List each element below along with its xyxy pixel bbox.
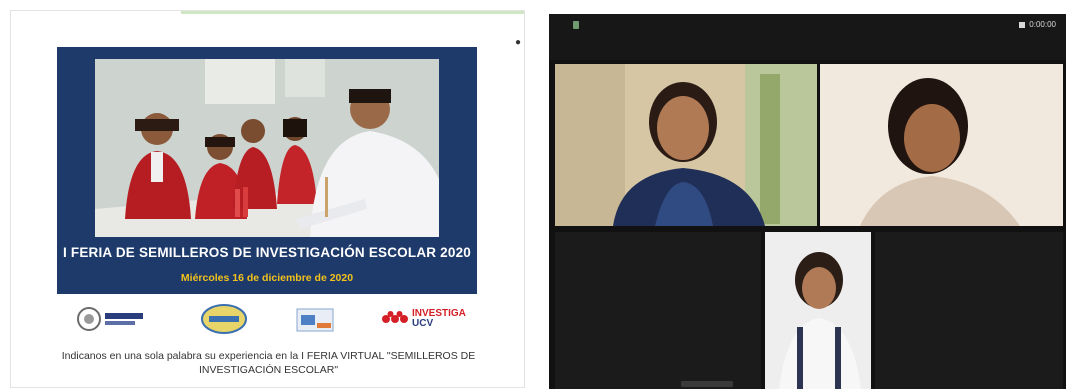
sponsor-logos: INVESTIGA UCV <box>71 303 471 335</box>
call-timer: 0:00:00 <box>1029 20 1056 29</box>
participant-name-tag <box>681 381 733 387</box>
question-line-2: INVESTIGACIÓN ESCOLAR" <box>198 364 339 376</box>
participant-1-image <box>555 64 817 226</box>
question-line-1: Indicanos en una sola palabra su experie… <box>61 350 476 362</box>
school-logo <box>293 303 339 335</box>
participant-video-3[interactable] <box>765 232 871 389</box>
lab-scene-illustration <box>95 59 439 237</box>
poster-title: I FERIA DE SEMILLEROS DE INVESTIGACIÓN E… <box>62 245 471 260</box>
empty-video-tile-left <box>555 232 761 389</box>
poster-photo <box>95 59 439 237</box>
institution-logo <box>199 303 249 335</box>
slide-edge-mark: ● <box>514 37 521 48</box>
slide-question: Indicanos en una sola palabra su experie… <box>21 349 516 377</box>
event-poster: I FERIA DE SEMILLEROS DE INVESTIGACIÓN E… <box>57 47 477 294</box>
participant-video-2[interactable] <box>820 64 1063 226</box>
empty-video-tile-right <box>875 232 1063 389</box>
investiga-ucv-logo: INVESTIGA UCV <box>381 303 466 335</box>
presentation-slide: ● I FERIA DE SEMILLEROS DE INVESTIGACIÓN… <box>10 10 525 388</box>
logo-text-line2: UCV <box>412 318 434 329</box>
call-top-bar: 0:00:00 <box>549 14 1066 60</box>
slide-top-border <box>181 11 524 14</box>
call-status: 0:00:00 <box>1019 20 1056 29</box>
participant-3-image <box>765 232 871 389</box>
security-icon[interactable] <box>573 21 579 29</box>
poster-date: Miércoles 16 de diciembre de 2020 <box>180 272 354 284</box>
video-call-window: 0:00:00 <box>549 14 1066 389</box>
ugel-logo <box>75 303 147 335</box>
participant-video-1[interactable] <box>555 64 817 226</box>
recording-icon <box>1019 21 1026 28</box>
participant-2-image <box>820 64 1063 226</box>
